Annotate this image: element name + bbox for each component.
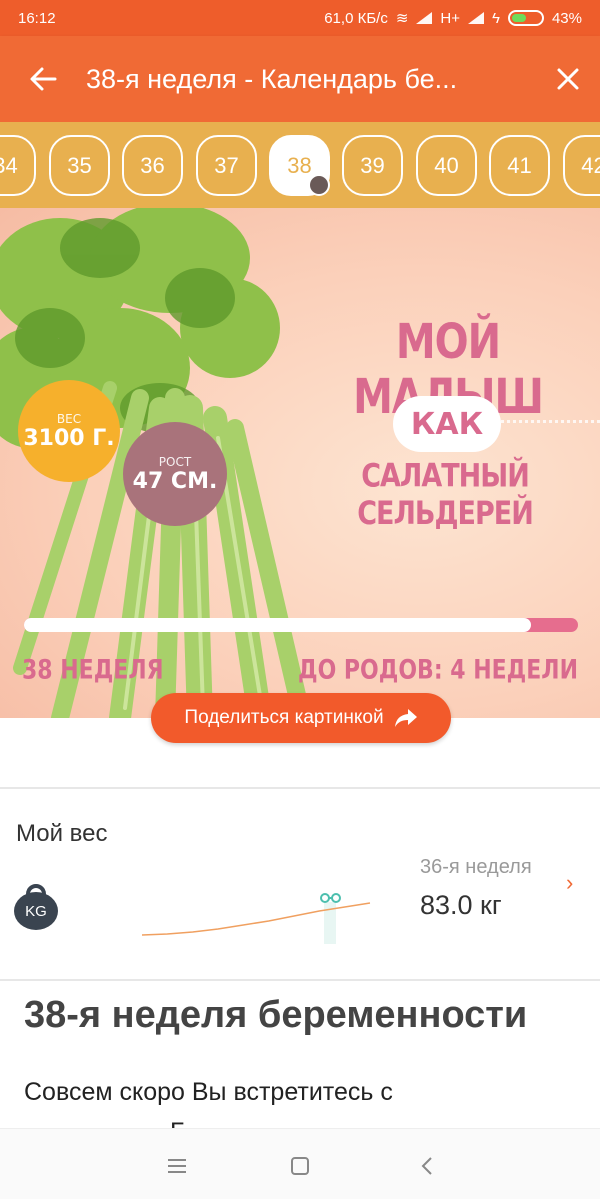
chevron-left-icon bbox=[421, 1157, 432, 1175]
section-divider bbox=[0, 787, 600, 789]
menu-nav-button[interactable] bbox=[162, 1151, 192, 1181]
height-badge: РОСТ 47 СМ. bbox=[123, 422, 227, 526]
square-icon bbox=[291, 1157, 309, 1175]
hero-week-label: 38 НЕДЕЛЯ bbox=[22, 655, 164, 686]
height-label: РОСТ bbox=[158, 454, 192, 469]
hero-remaining-label: ДО РОДОВ: 4 НЕДЕЛИ bbox=[297, 655, 578, 686]
week-chip-40[interactable]: 40 bbox=[416, 135, 477, 196]
article-text: Совсем скоро Вы встретитесь с Б bbox=[24, 1078, 584, 1146]
chevron-right-icon: › bbox=[566, 870, 574, 895]
week-number: 36 bbox=[140, 152, 165, 178]
week-number: 37 bbox=[214, 152, 239, 178]
week-chip-42[interactable]: 42 bbox=[563, 135, 600, 196]
system-navigation-bar bbox=[0, 1128, 600, 1199]
battery-percent: 43% bbox=[551, 9, 582, 27]
weight-card-title: Мой вес bbox=[16, 820, 108, 847]
close-icon bbox=[557, 68, 579, 90]
signal-icon bbox=[416, 12, 433, 24]
status-time: 16:12 bbox=[18, 9, 56, 27]
status-bar: 16:12 61,0 КБ/с ≋ H+ ϟ 43% bbox=[0, 0, 600, 36]
share-arrow-icon bbox=[394, 709, 417, 727]
hero-illustration: МОЙ МАЛЫШ КАК САЛАТНЫЙ СЕЛЬДЕРЕЙ ВЕС 310… bbox=[0, 208, 600, 718]
week-chip-34[interactable]: 34 bbox=[0, 135, 36, 196]
kettlebell-icon: KG bbox=[14, 884, 58, 930]
network-type: H+ bbox=[440, 9, 461, 27]
section-divider bbox=[0, 979, 600, 981]
week-selector: 34 35 36 37 38 39 40 41 42 bbox=[0, 122, 600, 208]
week-chip-39[interactable]: 39 bbox=[342, 135, 403, 196]
weight-value: 3100 Г. bbox=[23, 425, 115, 451]
app-bar: 38-я неделя - Календарь бе... bbox=[0, 36, 600, 122]
weight-trend-chart bbox=[141, 893, 371, 944]
close-button[interactable] bbox=[536, 36, 600, 122]
page-title: 38-я неделя - Календарь бе... bbox=[86, 63, 458, 94]
avatar bbox=[308, 174, 330, 196]
week-chip-36[interactable]: 36 bbox=[122, 135, 183, 196]
home-nav-button[interactable] bbox=[285, 1151, 315, 1181]
battery-icon bbox=[507, 10, 544, 26]
share-image-button[interactable]: Поделиться картинкой bbox=[151, 693, 451, 743]
week-number: 40 bbox=[434, 152, 459, 178]
screen: 16:12 61,0 КБ/с ≋ H+ ϟ 43% 38-я неделя -… bbox=[0, 0, 600, 1199]
weight-card-week: 36-я неделя bbox=[420, 856, 532, 878]
signal-icon-2 bbox=[468, 12, 485, 24]
hero-connector: КАК bbox=[393, 396, 501, 452]
week-chip-37[interactable]: 37 bbox=[196, 135, 257, 196]
week-number: 41 bbox=[507, 152, 532, 178]
charging-icon: ϟ bbox=[492, 9, 500, 27]
net-speed: 61,0 КБ/с bbox=[324, 9, 388, 27]
week-number: 34 bbox=[0, 152, 18, 178]
share-button-label: Поделиться картинкой bbox=[184, 707, 384, 728]
week-chip-35[interactable]: 35 bbox=[49, 135, 110, 196]
kg-label: KG bbox=[25, 902, 47, 920]
weight-badge: ВЕС 3100 Г. bbox=[18, 380, 120, 482]
back-nav-button[interactable] bbox=[412, 1151, 442, 1181]
week-number: 39 bbox=[360, 152, 385, 178]
article-title: 38-я неделя беременности bbox=[24, 994, 528, 1036]
progress-fill bbox=[24, 618, 531, 632]
week-number: 42 bbox=[581, 152, 600, 178]
weight-label: ВЕС bbox=[56, 411, 82, 426]
weight-card-value: 83.0 кг bbox=[420, 890, 502, 920]
week-chip-41[interactable]: 41 bbox=[489, 135, 550, 196]
kettlebell-body: KG bbox=[14, 892, 58, 930]
wifi-icon: ≋ bbox=[395, 10, 409, 27]
arrow-left-icon bbox=[30, 67, 57, 91]
pregnancy-progress-bar bbox=[24, 618, 578, 632]
height-value: 47 СМ. bbox=[132, 468, 218, 494]
status-icons: 61,0 КБ/с ≋ H+ ϟ 43% bbox=[324, 9, 582, 28]
week-chip-38-selected[interactable]: 38 bbox=[269, 135, 330, 196]
week-number: 35 bbox=[67, 152, 92, 178]
article-text-line-1: Совсем скоро Вы встретитесь с bbox=[24, 1078, 393, 1106]
week-number: 38 bbox=[287, 152, 312, 178]
hero-comparison: САЛАТНЫЙ СЕЛЬДЕРЕЙ bbox=[357, 457, 534, 533]
back-button[interactable] bbox=[0, 36, 86, 122]
menu-icon bbox=[168, 1159, 186, 1173]
glasses-icon bbox=[320, 893, 341, 903]
